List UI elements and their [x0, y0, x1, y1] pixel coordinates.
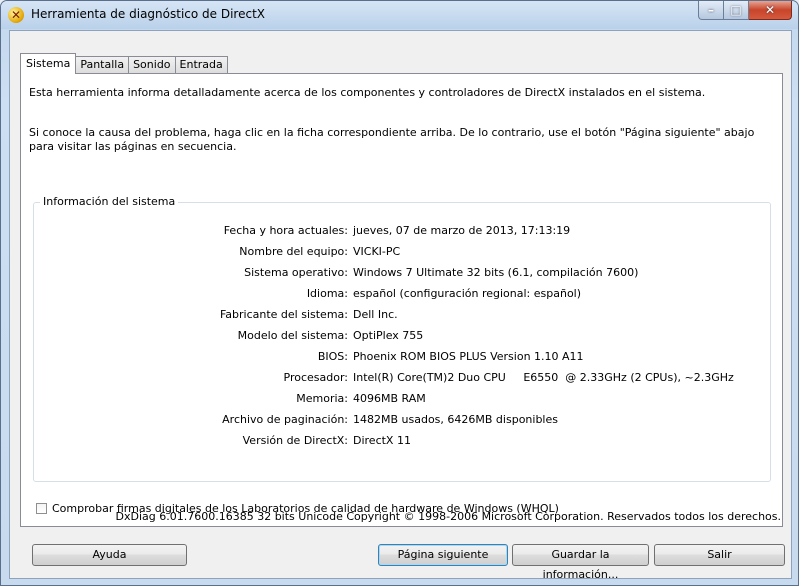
minimize-icon: – [708, 3, 714, 17]
group-title: Información del sistema [40, 195, 179, 208]
directx-x-icon: ✕ [8, 7, 24, 23]
window-title: Herramienta de diagnóstico de DirectX [31, 7, 265, 21]
info-value: Dell Inc. [353, 308, 398, 321]
system-info-group: Información del sistema Fecha y hora act… [33, 195, 771, 482]
info-row-memory: Memoria: 4096MB RAM [34, 392, 770, 408]
info-label: Fecha y hora actuales: [223, 224, 348, 237]
info-label: Fabricante del sistema: [219, 308, 348, 321]
save-info-button[interactable]: Guardar la información... [512, 544, 649, 581]
info-value: Intel(R) Core(TM)2 Duo CPU E6550 @ 2.33G… [353, 371, 734, 384]
close-icon: ✕ [764, 3, 776, 17]
info-row-processor: Procesador: Intel(R) Core(TM)2 Duo CPU E… [34, 371, 770, 387]
info-label: Modelo del sistema: [237, 329, 348, 342]
info-value: DirectX 11 [353, 434, 411, 447]
dialog-client-area: Sistema Pantalla Sonido Entrada Esta her… [9, 30, 792, 581]
info-value: 4096MB RAM [353, 392, 426, 405]
tab-pantalla[interactable]: Pantalla [75, 56, 130, 74]
info-label: Versión de DirectX: [242, 434, 348, 447]
help-button[interactable]: Ayuda [32, 544, 187, 566]
caption-buttons: – □ ✕ [698, 1, 792, 21]
tab-entrada[interactable]: Entrada [174, 56, 228, 74]
info-value: Phoenix ROM BIOS PLUS Version 1.10 A11 [353, 350, 584, 363]
info-row-os: Sistema operativo: Windows 7 Ultimate 32… [34, 266, 770, 282]
info-value: Windows 7 Ultimate 32 bits (6.1, compila… [353, 266, 639, 279]
info-label: Memoria: [296, 392, 348, 405]
maximize-icon: □ [730, 3, 742, 17]
copyright-text: DxDiag 6.01.7600.16385 32 bits Unicode C… [115, 510, 782, 523]
info-label: Sistema operativo: [244, 266, 348, 279]
info-row-language: Idioma: español (configuración regional:… [34, 287, 770, 303]
close-button[interactable]: ✕ [749, 1, 792, 20]
tab-panel-sistema: Esta herramienta informa detalladamente … [20, 73, 783, 527]
info-label: Idioma: [306, 287, 348, 300]
info-row-pagefile: Archivo de paginación: 1482MB usados, 64… [34, 413, 770, 429]
title-bar[interactable]: ✕ Herramienta de diagnóstico de DirectX … [1, 1, 798, 29]
tab-strip: Sistema Pantalla Sonido Entrada [20, 53, 228, 74]
next-page-button[interactable]: Página siguiente [378, 544, 508, 566]
info-value: VICKI-PC [353, 245, 401, 258]
instructions-text: Si conoce la causa del problema, haga cl… [29, 126, 755, 153]
info-row-model: Modelo del sistema: OptiPlex 755 [34, 329, 770, 345]
info-value: jueves, 07 de marzo de 2013, 17:13:19 [353, 224, 571, 237]
info-row-date: Fecha y hora actuales: jueves, 07 de mar… [34, 224, 770, 240]
info-row-computer-name: Nombre del equipo: VICKI-PC [34, 245, 770, 261]
info-label: BIOS: [317, 350, 348, 363]
tab-sistema[interactable]: Sistema [20, 53, 77, 74]
info-label: Archivo de paginación: [222, 413, 348, 426]
tab-sonido[interactable]: Sonido [128, 56, 176, 74]
intro-text: Esta herramienta informa detalladamente … [29, 86, 706, 99]
info-value: 1482MB usados, 6426MB disponibles [353, 413, 558, 426]
info-value: español (configuración regional: español… [353, 287, 582, 300]
info-label: Procesador: [283, 371, 349, 384]
info-row-directx-version: Versión de DirectX: DirectX 11 [34, 434, 770, 450]
maximize-button[interactable]: □ [724, 1, 749, 20]
dxdiag-window: ✕ Herramienta de diagnóstico de DirectX … [0, 0, 799, 586]
info-row-manufacturer: Fabricante del sistema: Dell Inc. [34, 308, 770, 324]
info-row-bios: BIOS: Phoenix ROM BIOS PLUS Version 1.10… [34, 350, 770, 366]
info-value: OptiPlex 755 [353, 329, 424, 342]
minimize-button[interactable]: – [698, 1, 724, 20]
exit-button[interactable]: Salir [654, 544, 785, 566]
info-label: Nombre del equipo: [239, 245, 348, 258]
